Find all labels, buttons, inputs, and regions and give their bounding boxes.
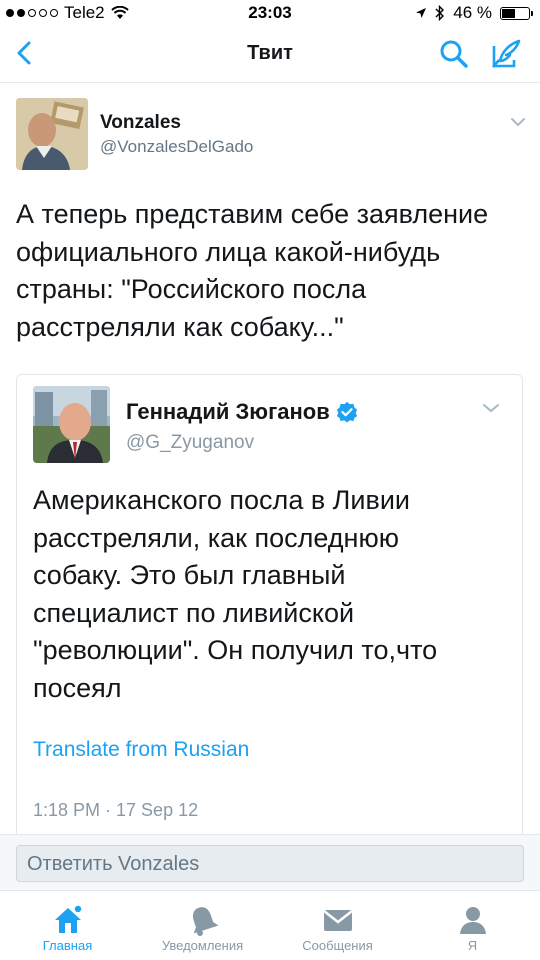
tab-profile[interactable]: Я	[405, 891, 540, 960]
tweet-text: А теперь представим себе заявление офици…	[16, 199, 489, 342]
translate-link[interactable]: Translate from Russian	[33, 738, 249, 762]
battery-percent: 46 %	[453, 3, 492, 22]
profile-icon	[459, 907, 486, 934]
reply-input[interactable]: Ответить Vonzales	[16, 845, 524, 882]
author-name[interactable]: Vonzales	[100, 112, 181, 134]
quoted-author-name-text: Геннадий Зюганов	[126, 399, 330, 424]
quoted-author-handle[interactable]: @G_Zyuganov	[126, 432, 254, 454]
verified-badge-icon	[336, 401, 357, 423]
bell-icon	[192, 907, 218, 936]
tab-profile-label: Я	[467, 938, 478, 953]
navigation-bar: Твит	[0, 28, 540, 83]
status-right: 46 %	[415, 3, 533, 23]
bluetooth-icon	[435, 5, 445, 21]
chevron-down-icon[interactable]	[510, 116, 526, 128]
quoted-avatar[interactable]	[33, 386, 110, 463]
tab-home-label: Главная	[42, 938, 93, 953]
home-icon	[54, 904, 83, 933]
tab-notifications[interactable]: Уведомления	[135, 891, 270, 960]
status-bar: Tele2 23:03 46 %	[0, 0, 540, 28]
avatar-image	[16, 98, 88, 170]
tab-messages[interactable]: Сообщения	[270, 891, 405, 960]
author-handle[interactable]: @VonzalesDelGado	[100, 137, 253, 157]
compose-icon[interactable]	[490, 38, 522, 70]
tweet-timestamp: 1:18 PM · 17 Sep 12	[33, 800, 199, 820]
tab-home[interactable]: Главная	[0, 891, 135, 960]
tab-notifications-label: Уведомления	[161, 938, 244, 953]
reply-bar: Ответить Vonzales	[0, 834, 540, 891]
chevron-down-icon[interactable]	[482, 402, 500, 414]
battery-level	[502, 8, 515, 18]
quoted-avatar-image	[33, 386, 110, 463]
quoted-author-name[interactable]: Геннадий Зюганов	[126, 399, 358, 425]
battery-icon	[500, 6, 533, 20]
location-arrow-icon	[416, 8, 427, 18]
quoted-tweet-text: Американского посла в Ливии расстреляли,…	[33, 485, 438, 703]
envelope-icon	[322, 910, 353, 931]
tab-bar: Главная Уведомления Сообщения Я	[0, 890, 540, 960]
avatar[interactable]	[16, 98, 88, 170]
quoted-tweet-card[interactable]: Геннадий Зюганов @G_Zyuganov Американско…	[16, 374, 523, 834]
tab-messages-label: Сообщения	[302, 938, 373, 953]
search-icon[interactable]	[438, 38, 470, 70]
